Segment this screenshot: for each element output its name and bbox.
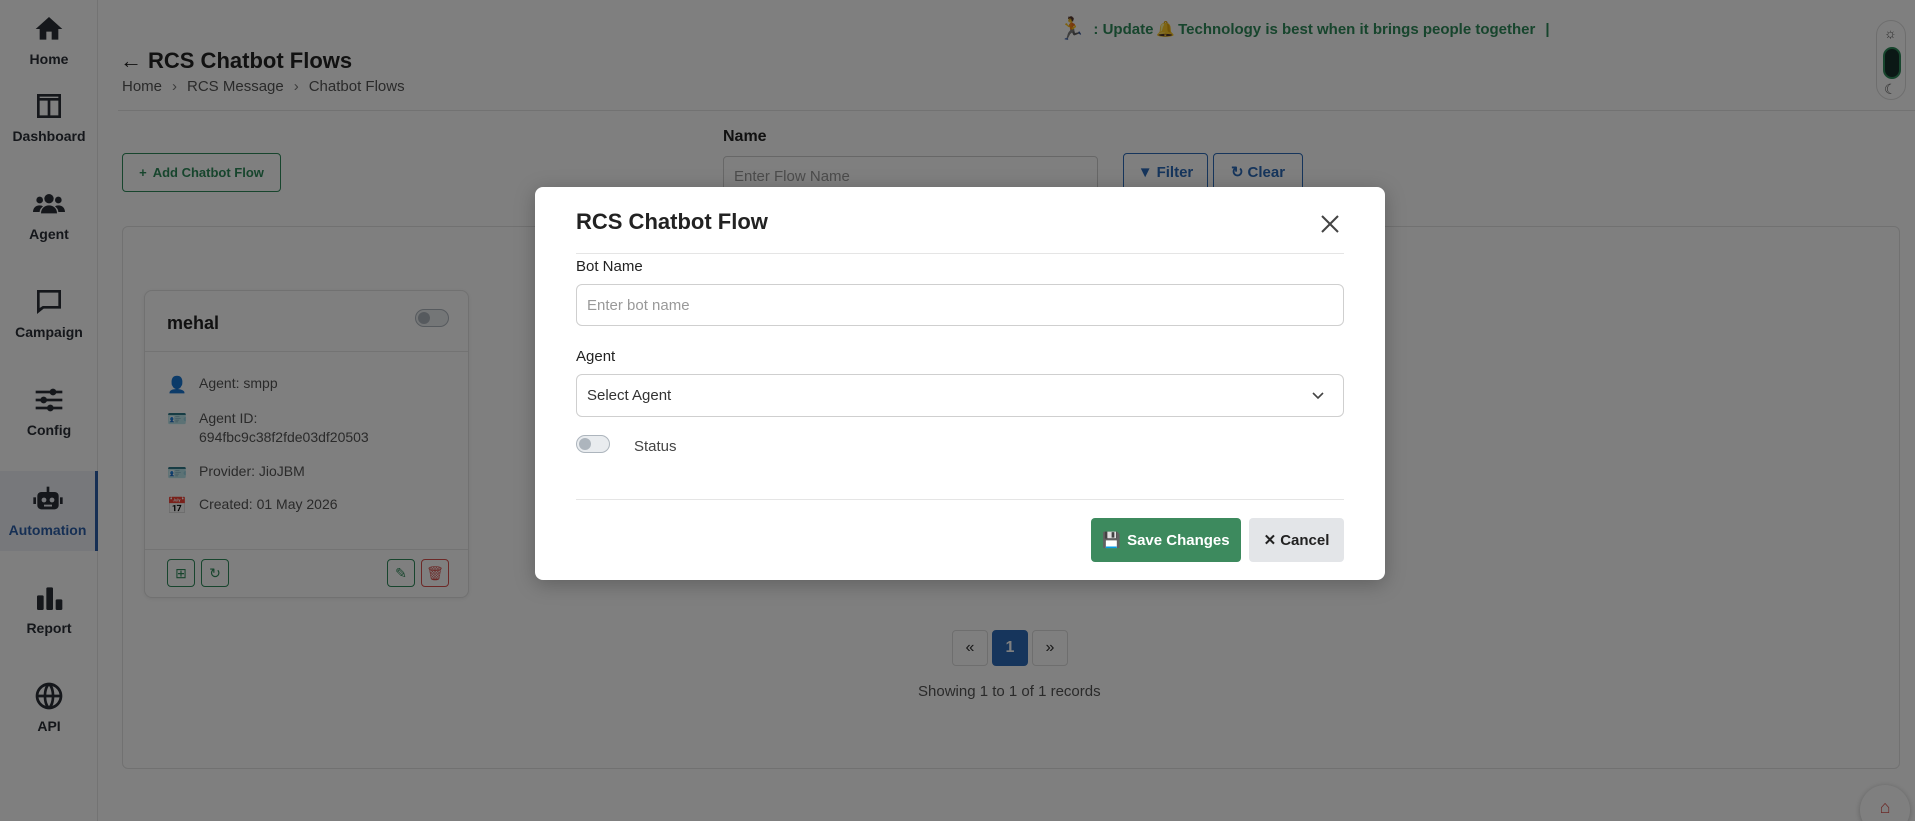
- bot-name-input[interactable]: Enter bot name: [576, 284, 1344, 326]
- status-toggle[interactable]: [576, 435, 610, 453]
- agent-select-value: Select Agent: [587, 387, 672, 404]
- modal-footer-divider: [576, 499, 1344, 500]
- close-button[interactable]: [1315, 209, 1345, 239]
- save-icon: 💾: [1102, 532, 1122, 549]
- times-icon: ✕: [1263, 532, 1277, 549]
- modal-header-divider: [576, 253, 1344, 254]
- cancel-label: Cancel: [1280, 531, 1330, 549]
- save-changes-button[interactable]: 💾 Save Changes: [1091, 518, 1241, 562]
- modal-title: RCS Chatbot Flow: [576, 209, 768, 234]
- save-changes-label: Save Changes: [1127, 531, 1230, 549]
- bot-name-label: Bot Name: [576, 258, 643, 275]
- status-label: Status: [634, 438, 677, 455]
- agent-label: Agent: [576, 348, 616, 365]
- agent-select[interactable]: Select Agent: [576, 374, 1344, 417]
- chevron-down-icon: [1312, 392, 1324, 400]
- chatbot-flow-modal: RCS Chatbot Flow Bot Name Enter bot name…: [535, 187, 1385, 580]
- close-icon: [1321, 215, 1339, 233]
- cancel-button[interactable]: ✕ Cancel: [1249, 518, 1344, 562]
